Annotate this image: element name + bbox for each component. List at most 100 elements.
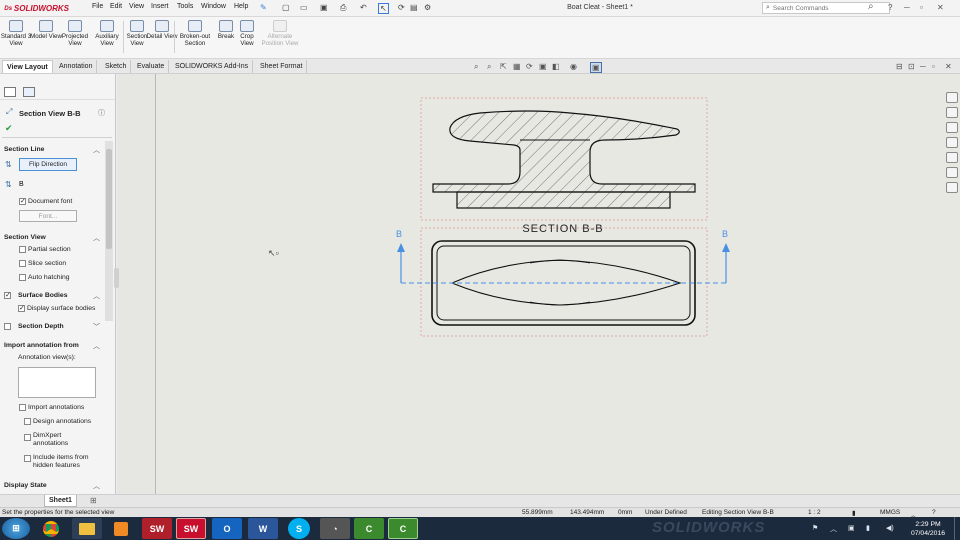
skype-icon[interactable]: S [288, 518, 310, 539]
camtasia-recorder-icon[interactable]: C [388, 518, 418, 539]
design-annotations-checkbox[interactable] [24, 418, 31, 425]
solidworks-resources-icon[interactable] [946, 92, 958, 103]
chevron-up-icon[interactable]: ︿ [93, 233, 100, 243]
file-explorer-icon[interactable] [946, 122, 958, 133]
parent-top-view[interactable] [397, 227, 730, 337]
show-desktop-button[interactable] [954, 517, 960, 540]
media-player-icon[interactable] [106, 518, 136, 539]
tray-app-icon[interactable]: ▣ [848, 524, 855, 532]
section-view-header[interactable]: Section View [4, 234, 46, 241]
status-y-coord: 143.494mm [570, 509, 605, 516]
clock-date: 07/04/2016 [910, 530, 946, 537]
section-view-b-b[interactable] [420, 97, 708, 221]
section-view-title[interactable]: SECTION B-B [490, 223, 636, 235]
include-hidden-label: Include items from hidden features [33, 454, 89, 469]
slice-section-checkbox[interactable] [19, 260, 26, 267]
section-label-input[interactable] [19, 178, 93, 190]
document-font-checkbox[interactable] [19, 197, 26, 205]
add-sheet-icon[interactable]: ⊞ [90, 496, 97, 505]
appearances-icon[interactable] [946, 152, 958, 163]
design-library-icon[interactable] [946, 107, 958, 118]
status-z-coord: 0mm [618, 509, 633, 516]
chevron-up-icon[interactable]: ︿ [93, 341, 100, 351]
pm-scrollbar[interactable] [105, 141, 113, 321]
auto-hatching-label: Auto hatching [28, 274, 70, 281]
sheet-tab-bar: Sheet1 ⊞ [0, 494, 960, 507]
chevron-up-icon[interactable]: ︿ [93, 481, 100, 491]
task-pane-tabs [944, 88, 960, 198]
cleat-section-profile [432, 110, 696, 193]
property-manager-tab-icon[interactable] [23, 87, 35, 97]
import-annotations-label: Import annotations [28, 404, 85, 411]
speed-meter-icon[interactable]: ◔ [320, 518, 350, 539]
section-depth-checkbox[interactable] [4, 323, 11, 330]
tray-flag-icon[interactable]: ⚑ [812, 524, 818, 532]
solidworks-taskbar-icon[interactable]: SW [142, 518, 172, 539]
import-annotation-header[interactable]: Import annotation from [4, 342, 79, 349]
include-hidden-checkbox[interactable] [24, 455, 31, 462]
partial-section-checkbox[interactable] [19, 246, 26, 253]
camtasia-icon[interactable]: C [354, 518, 384, 539]
mouse-cursor-icon: ↖▫ [268, 248, 279, 258]
taskbar-clock[interactable]: 2:29 PM 07/04/2016 [906, 520, 950, 538]
section-view-feature-icon: ⤢ [6, 107, 13, 116]
status-scale[interactable]: 1 : 2 [808, 509, 821, 516]
cleat-base-section [456, 191, 671, 209]
section-depth-header[interactable]: Section Depth [18, 323, 64, 330]
clock-time: 2:29 PM [915, 521, 941, 528]
panel-splitter-handle[interactable] [114, 268, 119, 288]
display-surface-bodies-label: Display surface bodies [27, 305, 96, 312]
font-button[interactable]: Font... [19, 210, 77, 222]
auto-hatching-checkbox[interactable] [19, 274, 26, 281]
manager-tabs [0, 74, 115, 100]
network-icon[interactable]: ▮ [866, 524, 870, 532]
view-palette-icon[interactable] [946, 137, 958, 148]
help-icon[interactable]: ⓘ [98, 108, 105, 118]
status-x-coord: 55.899mm [522, 509, 553, 516]
section-arrowhead-left [397, 243, 405, 252]
section-arrowhead-right [722, 243, 730, 252]
partial-section-label: Partial section [28, 246, 71, 253]
flip-direction-icon: ⇅ [5, 160, 12, 169]
dimxpert-annotations-checkbox[interactable] [24, 434, 31, 441]
chrome-icon[interactable] [36, 518, 66, 539]
status-definition: Under Defined [645, 509, 687, 516]
solidworks-watermark: SOLIDWORKS [652, 519, 766, 536]
label-icon: ⇅ [5, 180, 12, 189]
outlook-icon[interactable]: O [212, 518, 242, 539]
section-label-right[interactable]: B [722, 229, 728, 239]
file-explorer-taskbar-icon[interactable] [72, 518, 102, 539]
chevron-up-icon[interactable]: ︿ [93, 145, 100, 155]
status-bar: Set the properties for the selected view… [0, 507, 960, 519]
annotation-views-label: Annotation view(s): [18, 354, 76, 361]
status-rebuild-icon[interactable]: ▮ [852, 509, 856, 517]
tray-expand-icon[interactable]: ︿ [830, 524, 837, 534]
chevron-up-icon[interactable]: ︿ [93, 291, 100, 301]
status-help-icon[interactable]: ? [932, 509, 936, 516]
solidworks-active-taskbar-icon[interactable]: SW [176, 518, 206, 539]
solidworks-forum-icon[interactable] [946, 182, 958, 193]
import-annotations-checkbox[interactable] [19, 404, 26, 411]
pm-scrollbar-thumb[interactable] [106, 149, 112, 249]
section-label-left[interactable]: B [396, 229, 402, 239]
start-button-icon[interactable]: ⊞ [2, 518, 30, 539]
section-line-header[interactable]: Section Line [4, 146, 44, 153]
status-hint: Set the properties for the selected view [2, 509, 115, 516]
word-icon[interactable]: W [248, 518, 278, 539]
surface-bodies-header[interactable]: Surface Bodies [18, 292, 67, 299]
windows-taskbar: ⊞ SW SW O W S ◔ C C SOLIDWORKS ⚑ ︿ ▣ ▮ ◀… [0, 517, 960, 540]
chevron-down-icon[interactable]: ﹀ [93, 322, 100, 332]
flip-direction-button[interactable]: Flip Direction [19, 158, 77, 171]
sheet1-tab[interactable]: Sheet1 [44, 495, 77, 507]
annotation-views-list[interactable] [18, 367, 96, 398]
volume-icon[interactable]: ◀) [886, 524, 894, 532]
status-mode: Editing Section View B-B [702, 509, 774, 516]
display-surface-bodies-checkbox[interactable] [18, 304, 25, 312]
display-state-header[interactable]: Display State [4, 482, 47, 489]
ok-check-icon[interactable]: ✔ [5, 123, 13, 134]
status-units[interactable]: MMGS [880, 509, 900, 516]
custom-properties-icon[interactable] [946, 167, 958, 178]
design-annotations-label: Design annotations [33, 418, 92, 425]
feature-manager-tab-icon[interactable] [4, 87, 16, 97]
surface-bodies-checkbox[interactable] [4, 291, 11, 299]
